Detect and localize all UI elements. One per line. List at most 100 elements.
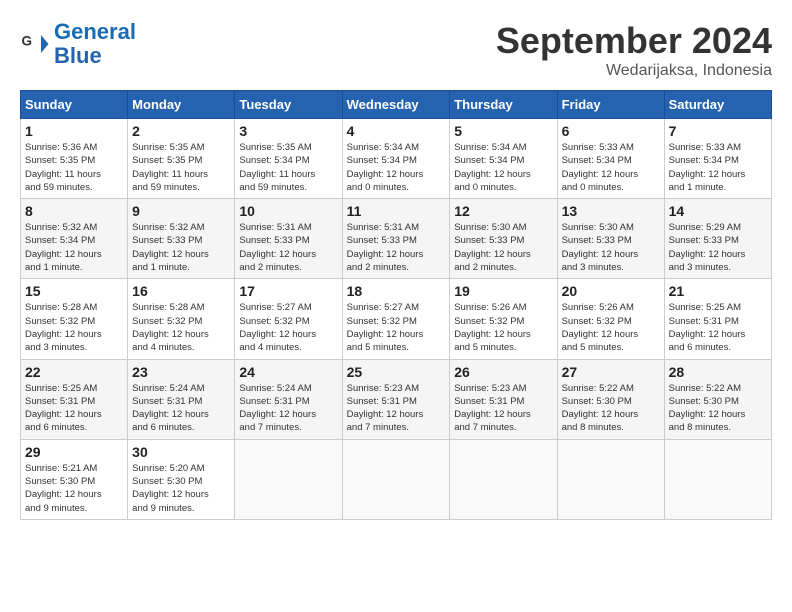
header-friday: Friday bbox=[557, 91, 664, 119]
calendar-week-row: 8 Sunrise: 5:32 AM Sunset: 5:34 PM Daylig… bbox=[21, 199, 772, 279]
day-info: Sunrise: 5:24 AM Sunset: 5:31 PM Dayligh… bbox=[132, 382, 230, 435]
day-info: Sunrise: 5:33 AM Sunset: 5:34 PM Dayligh… bbox=[669, 141, 767, 194]
header-sunday: Sunday bbox=[21, 91, 128, 119]
table-row: 4 Sunrise: 5:34 AM Sunset: 5:34 PM Daylig… bbox=[342, 119, 450, 199]
day-number: 28 bbox=[669, 364, 767, 380]
table-row: 10 Sunrise: 5:31 AM Sunset: 5:33 PM Dayli… bbox=[235, 199, 342, 279]
calendar-table: Sunday Monday Tuesday Wednesday Thursday… bbox=[20, 90, 772, 520]
day-number: 23 bbox=[132, 364, 230, 380]
table-row bbox=[235, 439, 342, 519]
day-info: Sunrise: 5:31 AM Sunset: 5:33 PM Dayligh… bbox=[239, 221, 337, 274]
day-number: 4 bbox=[347, 123, 446, 139]
calendar-week-row: 1 Sunrise: 5:36 AM Sunset: 5:35 PM Daylig… bbox=[21, 119, 772, 199]
table-row: 30 Sunrise: 5:20 AM Sunset: 5:30 PM Dayli… bbox=[128, 439, 235, 519]
day-number: 7 bbox=[669, 123, 767, 139]
day-info: Sunrise: 5:27 AM Sunset: 5:32 PM Dayligh… bbox=[347, 301, 446, 354]
table-row: 16 Sunrise: 5:28 AM Sunset: 5:32 PM Dayli… bbox=[128, 279, 235, 359]
table-row: 26Sunrise: 5:23 AM Sunset: 5:31 PM Dayli… bbox=[450, 359, 557, 439]
day-number: 27 bbox=[562, 364, 660, 380]
logo: G General Blue bbox=[20, 20, 136, 68]
day-info: Sunrise: 5:34 AM Sunset: 5:34 PM Dayligh… bbox=[347, 141, 446, 194]
day-number: 21 bbox=[669, 283, 767, 299]
month-title: September 2024 bbox=[496, 20, 772, 62]
day-number: 17 bbox=[239, 283, 337, 299]
day-number: 15 bbox=[25, 283, 123, 299]
day-number: 30 bbox=[132, 444, 230, 460]
day-number: 11 bbox=[347, 203, 446, 219]
day-number: 5 bbox=[454, 123, 552, 139]
day-number: 2 bbox=[132, 123, 230, 139]
day-info: Sunrise: 5:34 AM Sunset: 5:34 PM Dayligh… bbox=[454, 141, 552, 194]
day-number: 10 bbox=[239, 203, 337, 219]
day-number: 29 bbox=[25, 444, 123, 460]
table-row: 3 Sunrise: 5:35 AM Sunset: 5:34 PM Daylig… bbox=[235, 119, 342, 199]
table-row: 19 Sunrise: 5:26 AM Sunset: 5:32 PM Dayli… bbox=[450, 279, 557, 359]
calendar-week-row: 29 Sunrise: 5:21 AM Sunset: 5:30 PM Dayli… bbox=[21, 439, 772, 519]
table-row: 21 Sunrise: 5:25 AM Sunset: 5:31 PM Dayli… bbox=[664, 279, 771, 359]
header-monday: Monday bbox=[128, 91, 235, 119]
calendar-week-row: 22 Sunrise: 5:25 AM Sunset: 5:31 PM Dayli… bbox=[21, 359, 772, 439]
day-info: Sunrise: 5:36 AM Sunset: 5:35 PM Dayligh… bbox=[25, 141, 123, 194]
day-info: Sunrise: 5:26 AM Sunset: 5:32 PM Dayligh… bbox=[454, 301, 552, 354]
day-info: Sunrise: 5:26 AM Sunset: 5:32 PM Dayligh… bbox=[562, 301, 660, 354]
day-number: 13 bbox=[562, 203, 660, 219]
table-row: 1 Sunrise: 5:36 AM Sunset: 5:35 PM Daylig… bbox=[21, 119, 128, 199]
table-row bbox=[557, 439, 664, 519]
header: G General Blue September 2024 Wedarijaks… bbox=[20, 20, 772, 80]
header-thursday: Thursday bbox=[450, 91, 557, 119]
day-info: Sunrise: 5:22 AM Sunset: 5:30 PM Dayligh… bbox=[562, 382, 660, 435]
table-row bbox=[664, 439, 771, 519]
day-number: 16 bbox=[132, 283, 230, 299]
day-info: Sunrise: 5:21 AM Sunset: 5:30 PM Dayligh… bbox=[25, 462, 123, 515]
day-number: 14 bbox=[669, 203, 767, 219]
day-info: Sunrise: 5:24 AM Sunset: 5:31 PM Dayligh… bbox=[239, 382, 337, 435]
table-row: 17 Sunrise: 5:27 AM Sunset: 5:32 PM Dayli… bbox=[235, 279, 342, 359]
day-info: Sunrise: 5:35 AM Sunset: 5:35 PM Dayligh… bbox=[132, 141, 230, 194]
day-number: 12 bbox=[454, 203, 552, 219]
location: Wedarijaksa, Indonesia bbox=[496, 62, 772, 80]
table-row: 13 Sunrise: 5:30 AM Sunset: 5:33 PM Dayli… bbox=[557, 199, 664, 279]
day-info: Sunrise: 5:25 AM Sunset: 5:31 PM Dayligh… bbox=[669, 301, 767, 354]
table-row: 20 Sunrise: 5:26 AM Sunset: 5:32 PM Dayli… bbox=[557, 279, 664, 359]
day-info: Sunrise: 5:28 AM Sunset: 5:32 PM Dayligh… bbox=[132, 301, 230, 354]
day-info: Sunrise: 5:35 AM Sunset: 5:34 PM Dayligh… bbox=[239, 141, 337, 194]
weekday-header-row: Sunday Monday Tuesday Wednesday Thursday… bbox=[21, 91, 772, 119]
day-number: 3 bbox=[239, 123, 337, 139]
day-info: Sunrise: 5:22 AM Sunset: 5:30 PM Dayligh… bbox=[669, 382, 767, 435]
table-row: 24Sunrise: 5:24 AM Sunset: 5:31 PM Dayli… bbox=[235, 359, 342, 439]
day-number: 22 bbox=[25, 364, 123, 380]
logo-line2: Blue bbox=[54, 43, 102, 68]
table-row bbox=[450, 439, 557, 519]
day-info: Sunrise: 5:20 AM Sunset: 5:30 PM Dayligh… bbox=[132, 462, 230, 515]
day-info: Sunrise: 5:30 AM Sunset: 5:33 PM Dayligh… bbox=[562, 221, 660, 274]
day-number: 20 bbox=[562, 283, 660, 299]
table-row: 14Sunrise: 5:29 AM Sunset: 5:33 PM Dayli… bbox=[664, 199, 771, 279]
day-number: 19 bbox=[454, 283, 552, 299]
table-row: 11Sunrise: 5:31 AM Sunset: 5:33 PM Dayli… bbox=[342, 199, 450, 279]
day-info: Sunrise: 5:32 AM Sunset: 5:34 PM Dayligh… bbox=[25, 221, 123, 274]
header-saturday: Saturday bbox=[664, 91, 771, 119]
table-row: 2 Sunrise: 5:35 AM Sunset: 5:35 PM Daylig… bbox=[128, 119, 235, 199]
table-row: 28 Sunrise: 5:22 AM Sunset: 5:30 PM Dayli… bbox=[664, 359, 771, 439]
day-number: 26 bbox=[454, 364, 552, 380]
day-number: 1 bbox=[25, 123, 123, 139]
logo-line1: General bbox=[54, 19, 136, 44]
table-row: 29 Sunrise: 5:21 AM Sunset: 5:30 PM Dayli… bbox=[21, 439, 128, 519]
svg-text:G: G bbox=[22, 34, 33, 49]
day-number: 6 bbox=[562, 123, 660, 139]
table-row: 27 Sunrise: 5:22 AM Sunset: 5:30 PM Dayli… bbox=[557, 359, 664, 439]
day-number: 25 bbox=[347, 364, 446, 380]
day-number: 18 bbox=[347, 283, 446, 299]
title-area: September 2024 Wedarijaksa, Indonesia bbox=[496, 20, 772, 80]
day-info: Sunrise: 5:25 AM Sunset: 5:31 PM Dayligh… bbox=[25, 382, 123, 435]
table-row: 23 Sunrise: 5:24 AM Sunset: 5:31 PM Dayli… bbox=[128, 359, 235, 439]
day-info: Sunrise: 5:33 AM Sunset: 5:34 PM Dayligh… bbox=[562, 141, 660, 194]
day-info: Sunrise: 5:27 AM Sunset: 5:32 PM Dayligh… bbox=[239, 301, 337, 354]
table-row: 25 Sunrise: 5:23 AM Sunset: 5:31 PM Dayli… bbox=[342, 359, 450, 439]
day-info: Sunrise: 5:30 AM Sunset: 5:33 PM Dayligh… bbox=[454, 221, 552, 274]
table-row: 8 Sunrise: 5:32 AM Sunset: 5:34 PM Daylig… bbox=[21, 199, 128, 279]
header-tuesday: Tuesday bbox=[235, 91, 342, 119]
day-number: 8 bbox=[25, 203, 123, 219]
day-info: Sunrise: 5:23 AM Sunset: 5:31 PM Dayligh… bbox=[347, 382, 446, 435]
day-info: Sunrise: 5:32 AM Sunset: 5:33 PM Dayligh… bbox=[132, 221, 230, 274]
